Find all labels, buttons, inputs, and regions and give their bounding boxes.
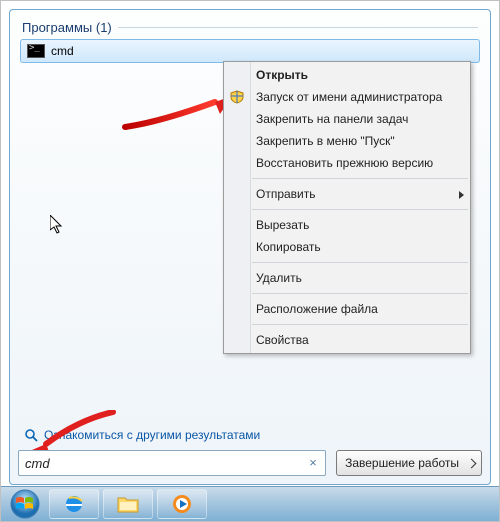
taskbar-ie-button[interactable] (49, 489, 99, 519)
result-label: cmd (51, 44, 74, 58)
ctx-restore-previous[interactable]: Восстановить прежнюю версию (224, 152, 470, 174)
ctx-send-to[interactable]: Отправить (224, 183, 470, 205)
search-result-cmd[interactable]: cmd (20, 39, 480, 63)
screenshot-root: Программы (1) cmd Ознакомиться с другими… (0, 0, 500, 522)
start-button[interactable] (5, 489, 45, 519)
chevron-right-icon[interactable] (467, 458, 477, 468)
ie-icon (63, 493, 85, 515)
submenu-arrow-icon (459, 191, 464, 199)
more-results-link[interactable]: Ознакомиться с другими результатами (24, 428, 260, 442)
annotation-arrow-top (120, 92, 240, 132)
section-header: Программы (1) (22, 20, 478, 35)
section-rule (118, 27, 478, 28)
ctx-copy[interactable]: Копировать (224, 236, 470, 258)
ctx-delete[interactable]: Удалить (224, 267, 470, 289)
ctx-pin-taskbar[interactable]: Закрепить на панели задач (224, 108, 470, 130)
ctx-separator (252, 178, 468, 179)
cmd-icon (27, 44, 45, 58)
ctx-properties[interactable]: Свойства (224, 329, 470, 351)
section-title-text: Программы (1) (22, 20, 112, 35)
ctx-separator (252, 293, 468, 294)
taskbar-media-player-button[interactable] (157, 489, 207, 519)
ctx-send-to-label: Отправить (256, 187, 316, 201)
search-icon (24, 428, 38, 442)
ctx-separator (252, 262, 468, 263)
start-menu-bottom-row: × Завершение работы (18, 450, 482, 476)
ctx-separator (252, 209, 468, 210)
mouse-cursor-icon (50, 215, 64, 235)
taskbar-explorer-button[interactable] (103, 489, 153, 519)
ctx-open[interactable]: Открыть (224, 64, 470, 86)
ctx-cut[interactable]: Вырезать (224, 214, 470, 236)
ctx-separator (252, 324, 468, 325)
taskbar (1, 486, 499, 521)
shutdown-button[interactable]: Завершение работы (336, 450, 482, 476)
search-input[interactable] (23, 456, 305, 471)
context-menu: Открыть Запуск от имени администратора З… (223, 61, 471, 354)
ctx-run-as-admin[interactable]: Запуск от имени администратора (224, 86, 470, 108)
clear-search-icon[interactable]: × (305, 455, 321, 471)
shutdown-label: Завершение работы (345, 456, 459, 470)
ctx-pin-start[interactable]: Закрепить в меню "Пуск" (224, 130, 470, 152)
more-results-label: Ознакомиться с другими результатами (44, 428, 260, 442)
search-box[interactable]: × (18, 450, 326, 476)
shield-icon (230, 90, 244, 104)
ctx-file-location[interactable]: Расположение файла (224, 298, 470, 320)
folder-icon (117, 494, 139, 514)
windows-logo-icon (10, 489, 40, 519)
media-player-icon (171, 493, 193, 515)
ctx-run-as-admin-label: Запуск от имени администратора (256, 90, 442, 104)
